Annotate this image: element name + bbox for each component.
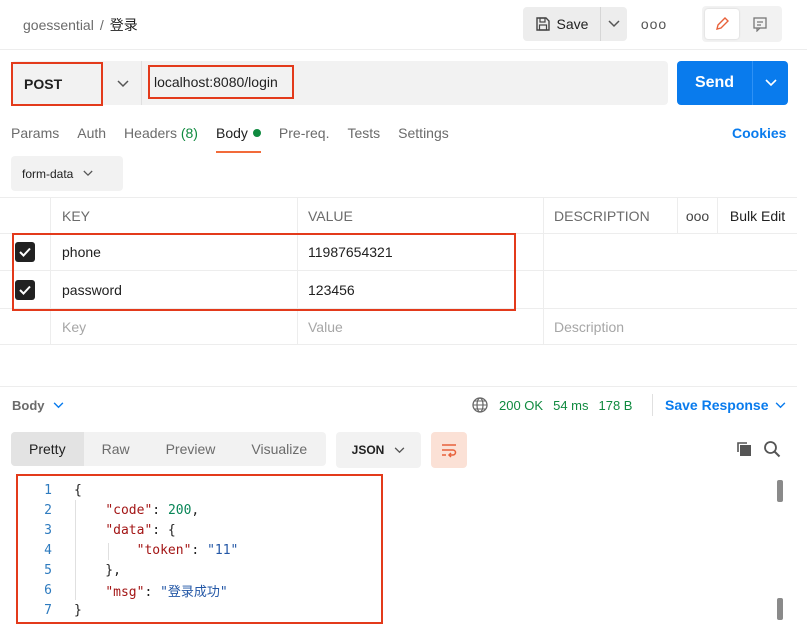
save-response-button[interactable]: Save Response	[665, 397, 786, 413]
copy-button[interactable]	[734, 439, 754, 459]
param-description[interactable]	[544, 234, 797, 270]
format-select[interactable]: JSON	[336, 432, 421, 468]
format-label: JSON	[351, 443, 385, 457]
breadcrumb: goessential / 登录	[23, 15, 138, 35]
tab-headers[interactable]: Headers (8)	[124, 125, 198, 151]
response-status: 200 OK 54 ms 178 B	[471, 396, 632, 414]
search-button[interactable]	[762, 439, 782, 459]
send-options-button[interactable]	[752, 61, 788, 105]
chevron-down-icon	[775, 401, 785, 408]
scrollbar-top[interactable]	[777, 480, 783, 502]
pencil-icon	[716, 17, 729, 30]
wrap-lines-button[interactable]	[431, 432, 467, 468]
row-checkbox-cell	[0, 309, 51, 344]
save-button[interactable]: Save	[523, 7, 600, 41]
chevron-down-icon	[117, 80, 129, 88]
save-response-label: Save Response	[665, 397, 769, 413]
edit-mode-button[interactable]	[705, 9, 739, 39]
chevron-down-icon	[53, 402, 63, 409]
tab-tests[interactable]: Tests	[347, 125, 380, 151]
wrap-lines-icon	[442, 444, 457, 458]
bulk-edit-button[interactable]: Bulk Edit	[718, 198, 797, 233]
tab-params[interactable]: Params	[11, 125, 59, 151]
body-type-select[interactable]: form-data	[11, 156, 123, 191]
response-view-tabs: Pretty Raw Preview Visualize	[11, 432, 326, 466]
chevron-down-icon	[83, 170, 93, 177]
headers-count: (8)	[180, 125, 198, 141]
tab-auth[interactable]: Auth	[77, 125, 106, 151]
chevron-down-icon	[395, 446, 405, 453]
send-button[interactable]: Send	[677, 61, 752, 105]
method-select[interactable]: POST	[11, 62, 103, 106]
globe-icon[interactable]	[471, 396, 489, 414]
save-label: Save	[556, 16, 589, 32]
description-column-header: DESCRIPTION	[544, 198, 678, 233]
request-tabs: Params Auth Headers (8) Body Pre-req. Te…	[11, 125, 449, 153]
url-divider	[141, 61, 142, 105]
cookies-link[interactable]: Cookies	[732, 125, 786, 141]
breadcrumb-separator: /	[99, 17, 104, 33]
chevron-down-icon	[608, 20, 620, 28]
url-input[interactable]: localhost:8080/login	[148, 65, 294, 99]
tab-preview[interactable]: Preview	[148, 432, 234, 466]
table-more-button[interactable]: ooo	[678, 198, 718, 233]
send-button-group: Send	[677, 61, 788, 105]
response-body-label: Body	[12, 398, 45, 413]
new-description-input[interactable]: Description	[544, 309, 797, 344]
scrollbar-bottom[interactable]	[777, 598, 783, 620]
table-row-empty: Key Value Description	[0, 309, 797, 345]
tab-raw[interactable]: Raw	[84, 432, 148, 466]
body-type-label: form-data	[22, 166, 74, 181]
request-name[interactable]: 登录	[110, 17, 138, 33]
new-value-input[interactable]: Value	[298, 309, 544, 344]
save-options-button[interactable]	[600, 7, 627, 41]
copy-icon	[737, 442, 751, 456]
response-time[interactable]: 54 ms	[553, 398, 588, 413]
response-size[interactable]: 178 B	[599, 398, 633, 413]
tab-body[interactable]: Body	[215, 125, 261, 153]
search-icon	[764, 441, 781, 458]
method-dropdown-button[interactable]	[110, 76, 136, 92]
comment-mode-button[interactable]	[743, 9, 777, 39]
highlight-box-response	[16, 474, 383, 624]
tab-pre-request[interactable]: Pre-req.	[279, 125, 330, 151]
key-column-header: KEY	[51, 198, 298, 233]
chevron-down-icon	[764, 79, 777, 87]
checkbox-column-header	[0, 198, 51, 233]
workspace-name[interactable]: goessential	[23, 17, 94, 33]
more-options-button[interactable]: ooo	[640, 12, 668, 36]
tab-pretty[interactable]: Pretty	[11, 432, 84, 466]
tab-settings[interactable]: Settings	[398, 125, 449, 151]
mode-toggle	[702, 6, 782, 42]
save-button-group: Save	[523, 7, 627, 41]
highlight-box-params	[12, 233, 516, 311]
param-description[interactable]	[544, 271, 797, 308]
status-code[interactable]: 200 OK	[499, 398, 543, 413]
new-key-input[interactable]: Key	[51, 309, 298, 344]
save-icon	[535, 17, 550, 31]
table-header-row: KEY VALUE DESCRIPTION ooo Bulk Edit	[0, 197, 797, 234]
response-divider	[652, 394, 653, 416]
body-indicator-dot	[252, 129, 261, 137]
comment-icon	[753, 17, 767, 32]
value-column-header: VALUE	[298, 198, 544, 233]
tab-visualize[interactable]: Visualize	[233, 432, 325, 466]
response-body-select[interactable]: Body	[12, 398, 64, 413]
